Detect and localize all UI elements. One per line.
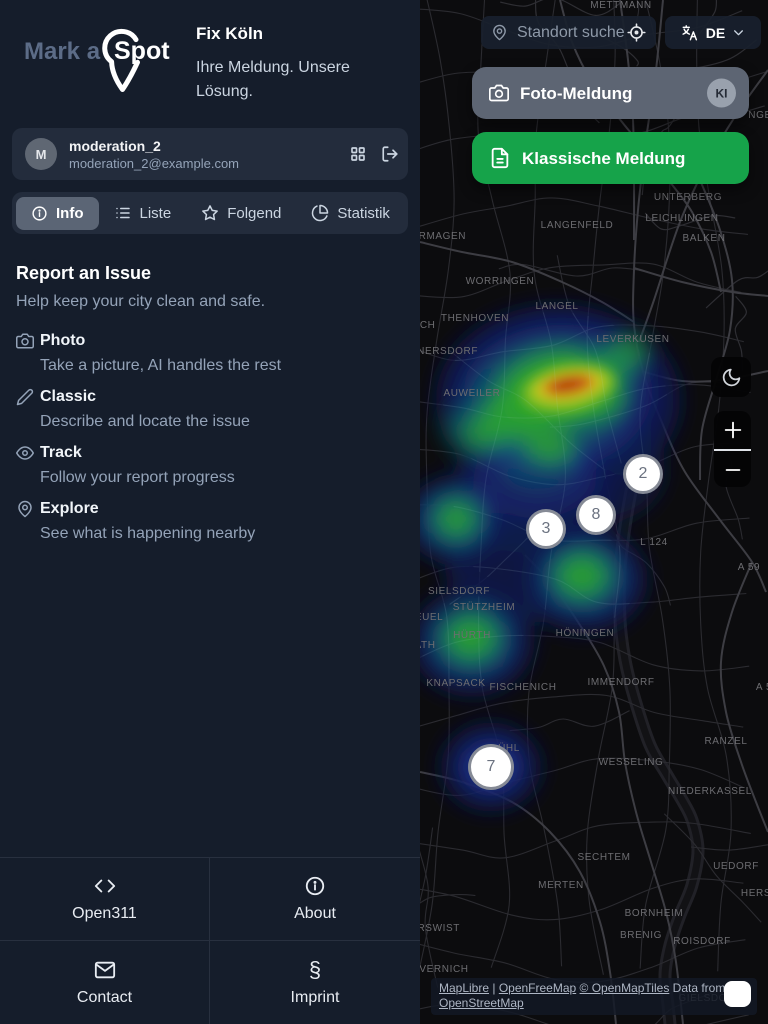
svg-text:METTMANN: METTMANN	[590, 0, 651, 11]
svg-text:HÖNINGEN: HÖNINGEN	[556, 627, 615, 639]
svg-text:NGE: NGE	[748, 110, 768, 121]
svg-text:WESSELING: WESSELING	[599, 757, 664, 768]
svg-text:SIELSDORF: SIELSDORF	[428, 586, 490, 597]
svg-text:A 59: A 59	[738, 562, 760, 573]
svg-text:AUWEILER: AUWEILER	[443, 388, 500, 399]
svg-text:WORRINGEN: WORRINGEN	[466, 276, 535, 287]
svg-text:FISCHENICH: FISCHENICH	[489, 682, 556, 693]
svg-text:RANZEL: RANZEL	[704, 736, 747, 747]
svg-text:NIEDERKASSEL: NIEDERKASSEL	[668, 786, 752, 797]
svg-text:BRENIG: BRENIG	[620, 930, 662, 941]
svg-text:LANGENFELD: LANGENFELD	[541, 220, 614, 231]
svg-text:OORMAGEN: OORMAGEN	[420, 231, 466, 242]
svg-text:LEVERKUSEN: LEVERKUSEN	[596, 334, 669, 345]
svg-text:SECHTEM: SECHTEM	[577, 852, 630, 863]
svg-text:BALKEN: BALKEN	[682, 233, 725, 244]
svg-text:LEUEL: LEUEL	[420, 612, 443, 623]
svg-text:UNTERBERG: UNTERBERG	[654, 192, 722, 203]
svg-text:MERTEN: MERTEN	[538, 880, 584, 891]
svg-text:INNERSDORF: INNERSDORF	[420, 346, 478, 357]
svg-text:BORNHEIM: BORNHEIM	[625, 908, 684, 919]
svg-text:HERS: HERS	[741, 888, 768, 899]
svg-text:ROISDORF: ROISDORF	[673, 936, 731, 947]
svg-text:ATH: ATH	[420, 640, 436, 651]
svg-text:LERSWIST: LERSWIST	[420, 923, 460, 934]
svg-text:SCH: SCH	[420, 320, 435, 331]
svg-text:HÜRTH: HÜRTH	[453, 629, 491, 641]
svg-text:STÜTZHEIM: STÜTZHEIM	[453, 601, 516, 613]
svg-text:A 5: A 5	[756, 682, 768, 693]
svg-text:IMMENDORF: IMMENDORF	[587, 677, 654, 688]
svg-text:L 124: L 124	[640, 537, 668, 548]
svg-text:KNAPSACK: KNAPSACK	[426, 678, 485, 689]
svg-text:LANGEL: LANGEL	[535, 301, 578, 312]
svg-text:THENHOVEN: THENHOVEN	[441, 313, 509, 324]
svg-text:LEICHLINGEN: LEICHLINGEN	[645, 213, 718, 224]
svg-text:VERNICH: VERNICH	[420, 964, 469, 975]
svg-text:UEDORF: UEDORF	[713, 861, 759, 872]
